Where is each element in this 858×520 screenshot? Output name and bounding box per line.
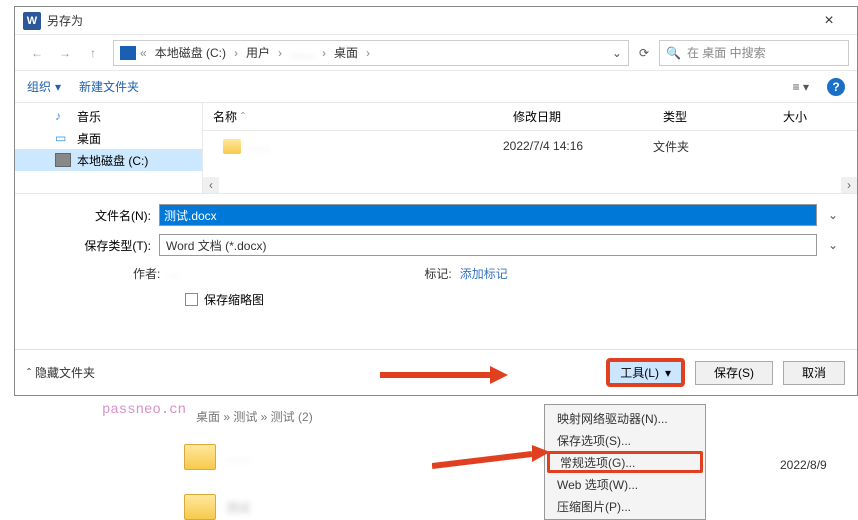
col-date[interactable]: 修改日期	[503, 108, 653, 125]
sidebar-item-desktop[interactable]: ▭ 桌面	[15, 127, 202, 149]
music-icon: ♪	[55, 109, 71, 123]
sidebar: ♪ 音乐 ▭ 桌面 本地磁盘 (C:)	[15, 103, 203, 193]
tags-label: 标记:	[424, 265, 451, 282]
folder-icon	[184, 494, 216, 520]
sidebar-item-label: 桌面	[77, 130, 101, 147]
forward-button: →	[51, 40, 79, 66]
watermark: passneo.cn	[102, 402, 186, 418]
col-type[interactable]: 类型	[653, 108, 773, 125]
menu-general-options[interactable]: 常规选项(G)...	[547, 451, 703, 473]
body-split: ♪ 音乐 ▭ 桌面 本地磁盘 (C:) 名称ˆ 修改日期 类型 大小 …… 20…	[15, 103, 857, 193]
filename-input[interactable]: 测试.docx	[159, 204, 817, 226]
table-row[interactable]: …… 2022/7/4 14:16 文件夹	[203, 131, 857, 161]
tools-button[interactable]: 工具(L) ▾	[606, 358, 685, 387]
chevron-right-icon: ›	[366, 46, 370, 60]
crumb-disk[interactable]: 本地磁盘 (C:)	[151, 42, 230, 63]
chevron-right-icon: ›	[234, 46, 238, 60]
tools-dropdown-menu: 映射网络驱动器(N)... 保存选项(S)... 常规选项(G)... Web …	[544, 404, 706, 520]
form-area: 文件名(N): 测试.docx ⌄ 保存类型(T): Word 文档 (*.do…	[15, 193, 857, 312]
crumb-users[interactable]: 用户	[242, 42, 274, 63]
chevron-down-icon[interactable]: ⌄	[823, 238, 843, 252]
sidebar-item-music[interactable]: ♪ 音乐	[15, 105, 202, 127]
search-icon: 🔍	[666, 46, 681, 60]
scroll-left-button[interactable]: ‹	[203, 177, 219, 193]
crumb-user-blurred[interactable]: ……	[286, 44, 318, 62]
disk-icon	[55, 153, 71, 167]
new-folder-button[interactable]: 新建文件夹	[79, 78, 139, 95]
dialog-title: 另存为	[47, 12, 809, 29]
filetype-label: 保存类型(T):	[29, 237, 159, 254]
sidebar-item-local-disk[interactable]: 本地磁盘 (C:)	[15, 149, 202, 171]
search-input[interactable]: 🔍 在 桌面 中搜索	[659, 40, 849, 66]
chevron-right-icon: ›	[278, 46, 282, 60]
col-size[interactable]: 大小	[773, 108, 857, 125]
bg-date: 2022/8/9	[780, 458, 827, 472]
save-as-dialog: W 另存为 × ← → ↑ « 本地磁盘 (C:) › 用户 › …… › 桌面…	[14, 6, 858, 396]
chevron-right-icon: «	[140, 46, 147, 60]
menu-compress-pics[interactable]: 压缩图片(P)...	[547, 495, 703, 517]
breadcrumb-dropdown-icon[interactable]: ⌄	[612, 46, 622, 60]
bg-file-name: ……	[226, 450, 250, 464]
cancel-button[interactable]: 取消	[783, 361, 845, 385]
sidebar-item-label: 本地磁盘 (C:)	[77, 152, 148, 169]
chevron-down-icon[interactable]: ⌄	[823, 208, 843, 222]
column-headers: 名称ˆ 修改日期 类型 大小	[203, 103, 857, 131]
hide-folders-button[interactable]: ˆ 隐藏文件夹	[27, 364, 95, 381]
filename-label: 文件名(N):	[29, 207, 159, 224]
file-name-blurred: ……	[247, 139, 271, 153]
view-mode-button[interactable]: ≡ ▾	[793, 80, 809, 94]
menu-map-drive[interactable]: 映射网络驱动器(N)...	[547, 407, 703, 429]
chevron-down-icon: ▾	[665, 366, 671, 380]
scroll-right-button[interactable]: ›	[841, 177, 857, 193]
breadcrumb[interactable]: « 本地磁盘 (C:) › 用户 › …… › 桌面 › ⌄	[113, 40, 629, 66]
toolbar: 组织▾ 新建文件夹 ≡ ▾ ?	[15, 71, 857, 103]
up-button[interactable]: ↑	[79, 40, 107, 66]
thumbnail-checkbox[interactable]	[185, 293, 198, 306]
save-button[interactable]: 保存(S)	[695, 361, 773, 385]
file-date: 2022/7/4 14:16	[503, 139, 653, 153]
word-icon: W	[23, 12, 41, 30]
help-icon[interactable]: ?	[827, 78, 845, 96]
chevron-up-icon: ˆ	[27, 366, 31, 380]
search-placeholder: 在 桌面 中搜索	[687, 44, 766, 61]
file-type: 文件夹	[653, 138, 773, 155]
back-button[interactable]: ←	[23, 40, 51, 66]
chevron-down-icon: ▾	[55, 80, 61, 94]
navbar: ← → ↑ « 本地磁盘 (C:) › 用户 › …… › 桌面 › ⌄ ⟳ 🔍…	[15, 35, 857, 71]
folder-icon	[184, 444, 216, 470]
file-list: 名称ˆ 修改日期 类型 大小 …… 2022/7/4 14:16 文件夹 ‹ ›	[203, 103, 857, 193]
menu-web-options[interactable]: Web 选项(W)...	[547, 473, 703, 495]
disk-icon	[120, 46, 136, 60]
close-button[interactable]: ×	[809, 12, 849, 30]
sort-asc-icon: ˆ	[241, 110, 245, 124]
filetype-select[interactable]: Word 文档 (*.docx)	[159, 234, 817, 256]
bg-file-name: 测试	[226, 499, 250, 516]
annotation-arrow-icon	[380, 360, 510, 390]
crumb-desktop[interactable]: 桌面	[330, 42, 362, 63]
sidebar-item-label: 音乐	[77, 108, 101, 125]
refresh-icon[interactable]: ⟳	[639, 46, 649, 60]
thumbnail-label: 保存缩略图	[204, 291, 264, 308]
author-value-blurred[interactable]: …	[168, 266, 228, 280]
author-label: 作者:	[133, 265, 160, 282]
organize-button[interactable]: 组织▾	[27, 78, 61, 95]
desktop-icon: ▭	[55, 131, 71, 145]
annotation-arrow-icon	[432, 440, 552, 470]
menu-save-options[interactable]: 保存选项(S)...	[547, 429, 703, 451]
titlebar: W 另存为 ×	[15, 7, 857, 35]
bg-breadcrumb: 桌面 » 测试 » 测试 (2)	[196, 408, 313, 425]
col-name[interactable]: 名称ˆ	[203, 108, 503, 125]
folder-icon	[223, 139, 241, 154]
tags-add-link[interactable]: 添加标记	[460, 265, 508, 282]
chevron-right-icon: ›	[322, 46, 326, 60]
